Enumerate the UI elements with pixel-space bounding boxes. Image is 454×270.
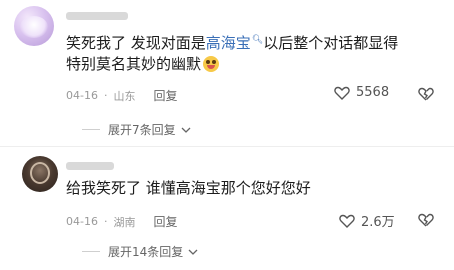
dislike-button[interactable] bbox=[418, 86, 434, 105]
broken-heart-icon bbox=[418, 213, 434, 227]
divider-line bbox=[82, 129, 100, 130]
comment-date: 04-16 bbox=[66, 89, 98, 102]
search-keyword-link[interactable]: 高海宝🔍︎ bbox=[206, 34, 263, 52]
comment-date: 04-16 bbox=[66, 215, 98, 228]
avatar[interactable] bbox=[14, 6, 54, 46]
avatar[interactable] bbox=[22, 156, 58, 192]
comment-text-part: 以后整个对话都显得 bbox=[263, 34, 399, 52]
like-button[interactable]: 2.6万 bbox=[339, 211, 395, 230]
comment-location: 湖南 bbox=[113, 215, 136, 229]
expand-replies-label: 展开14条回复 bbox=[108, 245, 184, 259]
section-divider bbox=[0, 146, 454, 147]
heart-icon bbox=[334, 86, 350, 100]
username[interactable] bbox=[66, 12, 128, 20]
broken-heart-icon bbox=[418, 87, 434, 101]
dislike-button[interactable] bbox=[418, 212, 434, 231]
search-icon: 🔍︎ bbox=[251, 35, 264, 45]
tongue-emoji-icon bbox=[203, 56, 220, 72]
chevron-down-icon bbox=[188, 249, 198, 255]
comment-text: 笑死我了 发现对面是高海宝🔍︎以后整个对话都显得 特别莫名其妙的幽默 bbox=[66, 30, 446, 75]
expand-replies-label: 展开7条回复 bbox=[108, 123, 176, 137]
like-count: 2.6万 bbox=[361, 215, 395, 230]
expand-replies[interactable]: 展开14条回复 bbox=[82, 243, 198, 260]
chevron-down-icon bbox=[181, 127, 191, 133]
comment-meta: 04-16 · 湖南 回复 bbox=[66, 213, 178, 230]
expand-replies[interactable]: 展开7条回复 bbox=[82, 121, 191, 138]
username[interactable] bbox=[66, 162, 114, 170]
reply-button[interactable]: 回复 bbox=[153, 87, 177, 104]
like-count: 5568 bbox=[356, 85, 390, 100]
divider-line bbox=[82, 251, 100, 252]
reply-button[interactable]: 回复 bbox=[153, 213, 177, 230]
like-button[interactable]: 5568 bbox=[334, 85, 389, 100]
heart-icon bbox=[339, 214, 355, 228]
comment-text: 给我笑死了 谁懂高海宝那个您好您好 bbox=[66, 179, 311, 197]
comment-text-part: 笑死我了 发现对面是 bbox=[66, 34, 206, 52]
comment-location: 山东 bbox=[113, 89, 136, 103]
comment-meta: 04-16 · 山东 回复 bbox=[66, 87, 178, 104]
comment-text-part: 特别莫名其妙的幽默 bbox=[66, 55, 202, 73]
